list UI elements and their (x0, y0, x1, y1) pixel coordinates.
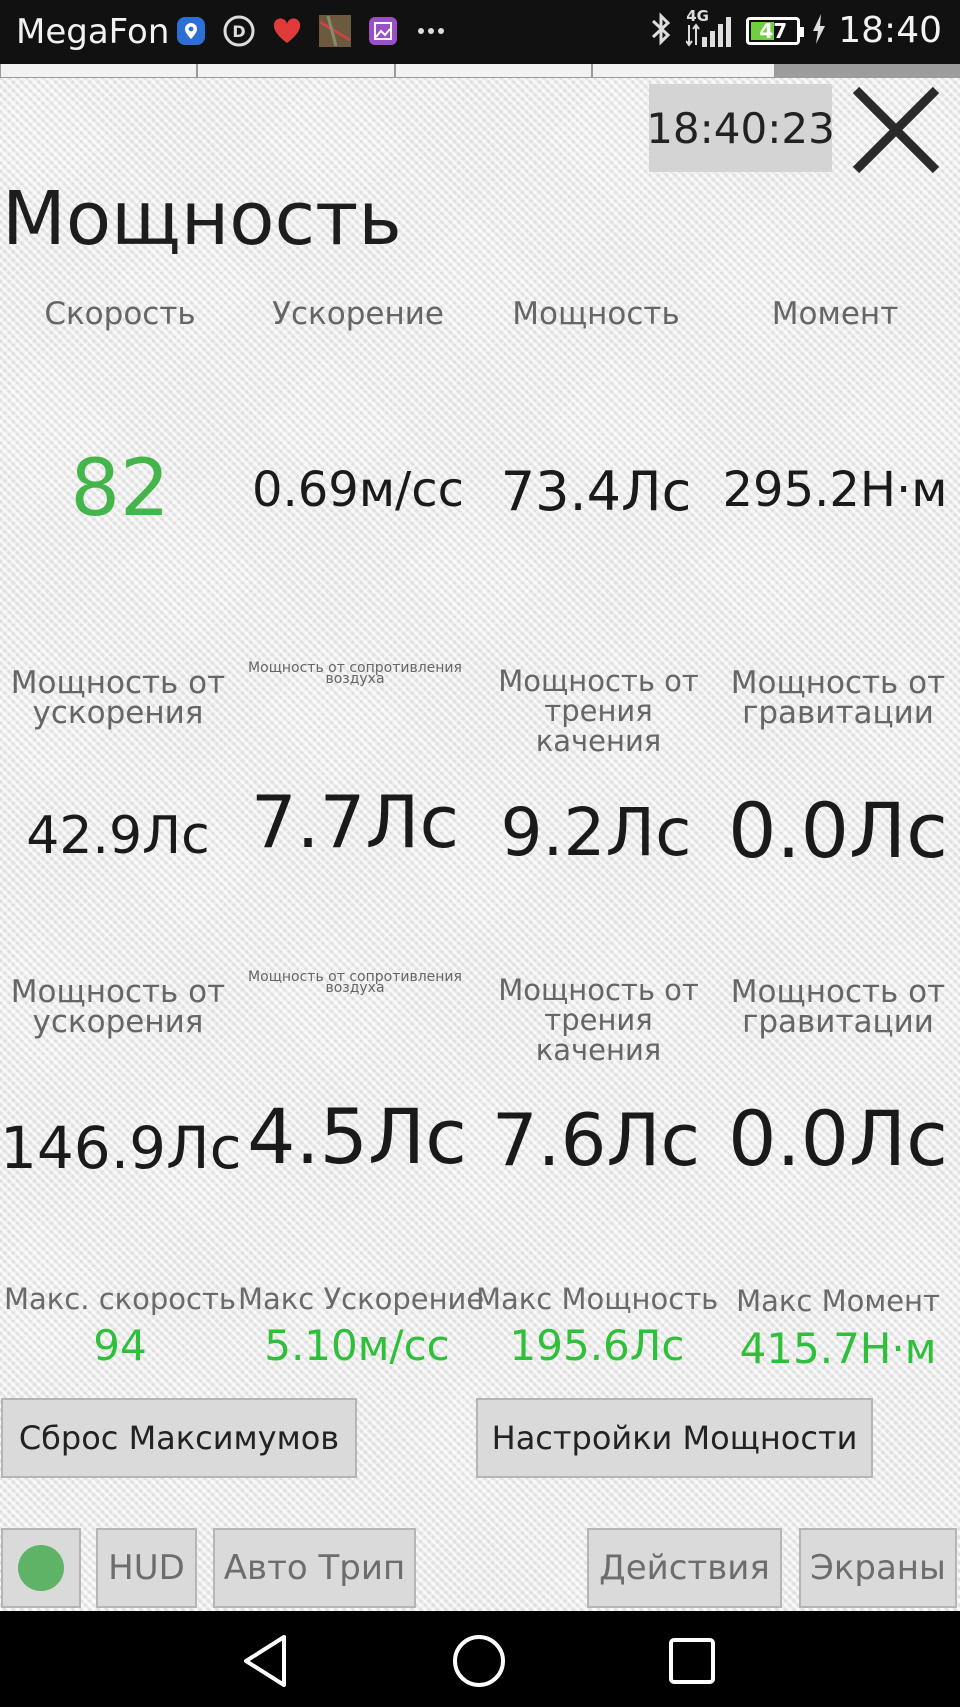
value-air-drag-power-1: 7.7Лс (250, 780, 460, 864)
recents-square-icon (669, 1638, 715, 1684)
status-bar: MegaFon D 4G 47 18:40 (0, 0, 960, 64)
screen-tab-4[interactable] (592, 64, 775, 78)
network-type: 4G (686, 6, 709, 25)
svg-text:D: D (232, 22, 245, 41)
value-rolling-power-2: 7.6Лс (491, 1098, 701, 1182)
label-rolling-power-2: Мощность от трения качения (498, 973, 699, 1067)
screens-button[interactable]: Экраны (799, 1528, 957, 1608)
home-button[interactable] (449, 1631, 509, 1691)
bluetooth-icon (648, 11, 674, 51)
screen-tabs (0, 64, 960, 80)
label-torque: Момент (771, 296, 899, 332)
green-status-dot-icon (18, 1545, 64, 1591)
value-torque: 295.2Н·м (722, 462, 948, 518)
page-title: Мощность (2, 176, 402, 262)
app-d-icon: D (222, 14, 256, 48)
value-max-power: 195.6Лс (509, 1321, 685, 1370)
recents-button[interactable] (662, 1631, 722, 1691)
close-icon (852, 86, 940, 174)
battery-icon: 47 (746, 16, 805, 45)
screen-tab-5-active[interactable] (775, 64, 960, 78)
value-speed: 82 (70, 444, 170, 534)
label-acceleration: Ускорение (272, 296, 444, 332)
back-triangle-icon (244, 1635, 286, 1687)
power-settings-button[interactable]: Настройки Мощности (476, 1398, 873, 1478)
more-icon (414, 14, 448, 48)
label-max-acceleration: Макс Ускорение (238, 1282, 485, 1316)
back-button[interactable] (236, 1631, 296, 1691)
status-time: 18:40 (838, 10, 942, 51)
value-max-speed: 94 (93, 1321, 147, 1370)
battery-level: 47 (759, 18, 788, 43)
label-max-torque: Макс Момент (736, 1284, 940, 1318)
signal-icon: 4G (685, 7, 734, 51)
heart-icon (270, 14, 304, 48)
navigation-bar (0, 1611, 960, 1707)
status-right: 4G 47 18:40 (648, 7, 942, 51)
label-power: Мощность (512, 296, 680, 332)
value-power: 73.4Лс (500, 460, 692, 523)
label-air-drag-power-1: Мощность от сопротивления воздуха (248, 660, 462, 687)
value-air-drag-power-2: 4.5Лс (247, 1092, 467, 1181)
label-accel-power-2: Мощность от ускорения (10, 974, 226, 1040)
reset-max-button[interactable]: Сброс Максимумов (1, 1398, 357, 1478)
home-circle-icon (453, 1635, 505, 1687)
value-max-torque: 415.7Н·м (739, 1324, 937, 1373)
value-acceleration: 0.69м/сс (251, 462, 465, 518)
actions-button[interactable]: Действия (587, 1528, 782, 1608)
clock-display: 18:40:23 (646, 84, 835, 172)
map-thumbnail-icon (318, 14, 352, 48)
close-button[interactable] (848, 82, 944, 178)
value-gravity-power-2: 0.0Лс (728, 1094, 948, 1183)
label-accel-power-1: Мощность от ускорения (10, 665, 226, 731)
value-accel-power-1: 42.9Лс (26, 806, 210, 866)
value-accel-power-2: 146.9Лс (0, 1114, 242, 1182)
charging-icon (812, 13, 826, 48)
label-air-drag-power-2: Мощность от сопротивления воздуха (248, 969, 462, 996)
label-speed: Скорость (44, 296, 196, 332)
label-max-power: Макс Мощность (476, 1282, 719, 1316)
value-max-acceleration: 5.10м/сс (264, 1321, 450, 1370)
screen-tab-3[interactable] (395, 64, 592, 78)
location-icon (174, 14, 208, 48)
value-rolling-power-1: 9.2Лс (500, 794, 692, 871)
label-gravity-power-1: Мощность от гравитации (730, 665, 946, 731)
notification-icons: D (174, 14, 448, 48)
label-rolling-power-1: Мощность от трения качения (498, 664, 699, 758)
label-max-speed: Макс. скорость (4, 1282, 236, 1316)
value-gravity-power-1: 0.0Лс (728, 786, 948, 875)
carrier-name: MegaFon (16, 12, 170, 52)
screen-tab-2[interactable] (197, 64, 395, 78)
gallery-icon (366, 14, 400, 48)
status-indicator-button[interactable] (1, 1528, 81, 1608)
hud-button[interactable]: HUD (96, 1528, 197, 1608)
label-gravity-power-2: Мощность от гравитации (730, 974, 946, 1040)
auto-trip-button[interactable]: Авто Трип (213, 1528, 416, 1608)
screen-tab-1[interactable] (0, 64, 197, 78)
app-screen: 18:40:23 Мощность Скорость Ускорение Мощ… (0, 64, 960, 1611)
